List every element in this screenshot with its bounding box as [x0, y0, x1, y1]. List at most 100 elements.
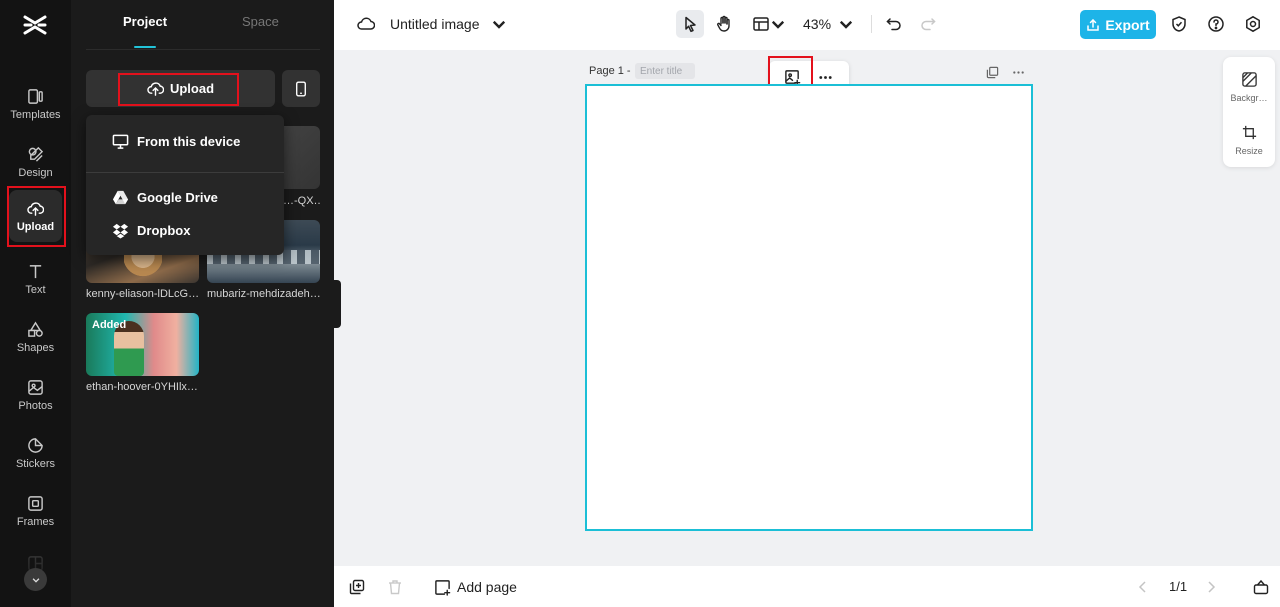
add-page-button[interactable]: Add page	[434, 576, 517, 598]
layout-chevron-down-icon[interactable]	[769, 10, 787, 38]
text-icon	[29, 264, 42, 278]
background-label: Backgr…	[1230, 93, 1268, 103]
chevron-left-icon	[1138, 581, 1146, 593]
rail-label-templates: Templates	[10, 108, 61, 121]
resize-label: Resize	[1235, 146, 1263, 156]
next-page-button[interactable]	[1202, 578, 1220, 596]
background-button[interactable]: Backgr…	[1223, 71, 1275, 103]
help-button[interactable]	[1202, 10, 1230, 38]
page-counter: 1/1	[1169, 579, 1188, 594]
asset-label: mubariz-mehdizadeh…	[207, 288, 321, 300]
rail-label-photos: Photos	[18, 399, 53, 412]
bottom-bar: Add page 1/1	[334, 566, 1280, 607]
menu-divider	[86, 172, 284, 173]
menu-item-google-drive[interactable]: Google Drive	[86, 182, 284, 212]
select-tool-button[interactable]	[676, 10, 704, 38]
duplicate-icon	[986, 66, 998, 78]
shapes-icon	[28, 321, 43, 337]
pointer-icon	[685, 16, 696, 33]
rail-label-stickers: Stickers	[15, 457, 56, 470]
background-icon	[1241, 72, 1257, 87]
rail-expand-button[interactable]	[24, 568, 47, 591]
export-icon	[1087, 18, 1100, 31]
panel-collapse-handle[interactable]	[334, 280, 341, 328]
top-toolbar: Untitled image 43% Export	[334, 0, 1280, 50]
cloud-sync-icon[interactable]	[352, 10, 380, 38]
highlight-box-upload-rail	[7, 186, 66, 247]
rail-item-frames[interactable]: Frames	[0, 486, 71, 536]
rail-item-shapes[interactable]: Shapes	[0, 312, 71, 362]
add-page-icon	[435, 579, 451, 596]
duplicate-page-icon	[349, 579, 365, 595]
redo-icon	[921, 18, 936, 31]
redo-button[interactable]	[914, 10, 942, 38]
rail-label-shapes: Shapes	[16, 341, 55, 354]
right-side-panel: Backgr… Resize	[1223, 57, 1275, 167]
stickers-icon	[28, 437, 43, 453]
more-horizontal-icon	[818, 75, 832, 79]
tab-project[interactable]: Project	[123, 14, 167, 29]
add-page-label: Add page	[457, 579, 517, 595]
undo-button[interactable]	[880, 10, 908, 38]
templates-icon	[28, 88, 43, 104]
photos-icon	[28, 379, 43, 395]
hand-icon	[717, 15, 730, 32]
active-tab-indicator	[134, 46, 156, 48]
artboard-page[interactable]	[585, 84, 1033, 531]
trash-icon	[389, 580, 401, 595]
capcut-logo-icon[interactable]	[22, 12, 48, 38]
dropbox-icon	[112, 223, 129, 239]
page-more-button[interactable]	[1010, 64, 1026, 80]
rail-item-design[interactable]: Design	[0, 137, 71, 187]
rail-item-photos[interactable]: Photos	[0, 370, 71, 420]
tab-space[interactable]: Space	[242, 14, 279, 29]
duplicate-page-bottom-button[interactable]	[348, 578, 366, 596]
export-button[interactable]: Export	[1080, 10, 1156, 39]
help-icon	[1208, 16, 1224, 32]
chevron-down-icon	[32, 577, 39, 583]
undo-icon	[886, 18, 901, 31]
menu-item-label: From this device	[137, 133, 241, 149]
added-badge: Added	[92, 319, 127, 331]
highlight-box-upload-button	[118, 73, 239, 106]
phone-icon	[296, 80, 306, 97]
rail-item-text[interactable]: Text	[0, 254, 71, 304]
menu-item-label: Google Drive	[137, 189, 218, 205]
document-title[interactable]: Untitled image	[390, 16, 480, 32]
zoom-level[interactable]: 43%	[803, 16, 831, 32]
settings-button[interactable]	[1239, 10, 1267, 38]
title-chevron-down-icon[interactable]	[485, 10, 513, 38]
hand-tool-button[interactable]	[710, 10, 738, 38]
menu-item-from-device[interactable]: From this device	[86, 126, 284, 156]
more-horizontal-icon	[1012, 70, 1024, 74]
google-drive-icon	[112, 190, 129, 204]
page-manager-button[interactable]	[1252, 578, 1270, 596]
shield-button[interactable]	[1165, 10, 1193, 38]
monitor-icon	[112, 134, 129, 149]
upload-source-menu: From this device Google Drive Dropbox	[86, 115, 284, 255]
shield-icon	[1172, 16, 1186, 32]
menu-item-label: Dropbox	[137, 222, 191, 238]
asset-thumbnail[interactable]: Added	[86, 313, 199, 376]
rail-label-text: Text	[25, 283, 46, 296]
delete-page-button[interactable]	[386, 578, 404, 596]
menu-item-dropbox[interactable]: Dropbox	[86, 215, 284, 245]
previous-page-button[interactable]	[1134, 578, 1152, 596]
duplicate-page-button[interactable]	[984, 64, 1000, 80]
frames-icon	[28, 495, 43, 511]
asset-label: …-QX…	[283, 195, 320, 207]
resize-icon	[1242, 125, 1256, 140]
rail-label-design: Design	[18, 166, 53, 179]
rail-item-templates[interactable]: Templates	[0, 79, 71, 129]
asset-label: kenny-eliason-lDLcG…	[86, 288, 200, 300]
upload-from-phone-button[interactable]	[282, 70, 320, 107]
tabs-divider	[86, 49, 320, 50]
asset-label: ethan-hoover-0YHIlx…	[86, 381, 198, 393]
zoom-chevron-down-icon[interactable]	[836, 10, 856, 38]
rail-item-stickers[interactable]: Stickers	[0, 428, 71, 478]
pages-panel-icon	[1253, 579, 1269, 595]
layout-icon	[753, 17, 769, 31]
design-icon	[28, 146, 44, 162]
resize-button[interactable]: Resize	[1223, 124, 1275, 156]
page-title-input[interactable]	[635, 63, 695, 79]
